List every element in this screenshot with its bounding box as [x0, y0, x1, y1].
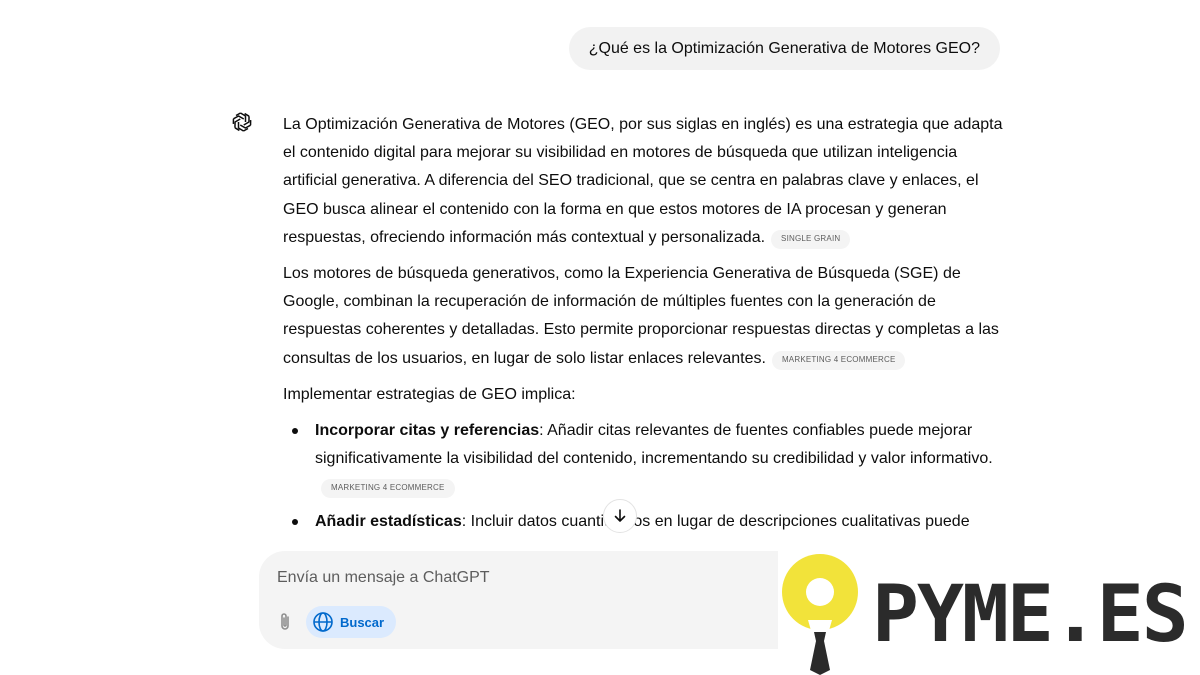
response-paragraph: La Optimización Generativa de Motores (G…	[283, 111, 1003, 252]
bullet-title: Incorporar citas y referencias	[315, 422, 540, 440]
assistant-response: La Optimización Generativa de Motores (G…	[283, 111, 1003, 542]
scroll-to-bottom-button[interactable]	[603, 499, 637, 533]
citation-badge[interactable]: MARKETING 4 ECOMMERCE	[771, 350, 906, 370]
response-paragraph: Implementar estrategias de GEO implica:	[283, 385, 576, 403]
list-item: Añadir estadísticas: Incluir datos cuant…	[283, 508, 1003, 536]
user-message-bubble: ¿Qué es la Optimización Generativa de Mo…	[568, 27, 1000, 70]
globe-icon	[313, 612, 333, 632]
lightbulb-tie-icon	[782, 554, 858, 675]
citation-badge[interactable]: MARKETING 4 ECOMMERCE	[321, 479, 455, 499]
paperclip-icon	[281, 613, 289, 630]
search-web-button[interactable]: Buscar	[306, 606, 397, 638]
user-message-text: ¿Qué es la Optimización Generativa de Mo…	[588, 39, 980, 57]
citation-badge[interactable]: SINGLE GRAIN	[771, 229, 851, 249]
response-paragraph: Los motores de búsqueda generativos, com…	[283, 260, 1003, 373]
brand-name: PYME.ES	[872, 570, 1189, 660]
bullet-title: Añadir estadísticas	[315, 512, 462, 530]
attach-file-button[interactable]	[273, 609, 297, 635]
response-bullet-list: Incorporar citas y referencias: Añadir c…	[283, 417, 1003, 536]
arrow-down-icon	[614, 509, 626, 522]
list-item: Incorporar citas y referencias: Añadir c…	[283, 417, 1003, 502]
openai-logo-icon	[228, 108, 256, 136]
search-button-label: Buscar	[340, 614, 385, 630]
